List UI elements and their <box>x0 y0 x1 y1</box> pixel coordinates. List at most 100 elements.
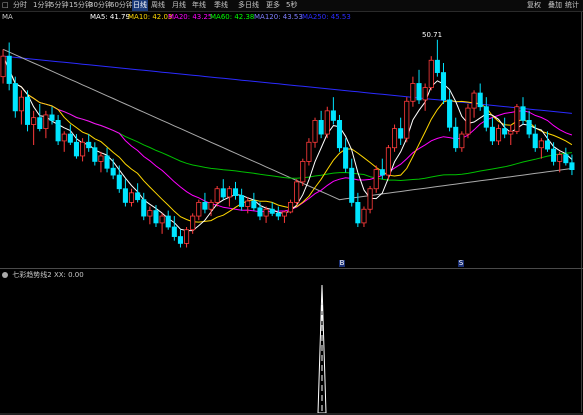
candle-body <box>269 208 275 214</box>
buy-marker[interactable]: B <box>339 260 345 267</box>
candle-body <box>220 188 226 198</box>
toolbar-right-1[interactable]: 叠加 <box>548 0 562 11</box>
period-tab-0[interactable]: 分时 <box>13 0 27 11</box>
candle-body <box>275 212 281 217</box>
candle-body <box>92 147 98 162</box>
candle-body <box>508 130 514 135</box>
candle-body <box>544 140 551 150</box>
candle-body <box>379 169 385 176</box>
candle-body <box>569 162 575 170</box>
candle-body <box>551 148 557 162</box>
candle-body <box>147 210 153 217</box>
sell-marker[interactable]: S <box>458 260 464 267</box>
candle-body <box>135 192 141 201</box>
candle-body <box>171 226 177 237</box>
candle-body <box>226 188 232 198</box>
candle-body <box>398 128 404 139</box>
indicator-title: 七彩趋势线2 XX: 0.00 <box>2 271 84 280</box>
candle-body <box>141 199 147 217</box>
candle-body <box>190 215 196 231</box>
period-tab-9[interactable]: 年线 <box>192 0 206 11</box>
candle-body <box>520 106 526 121</box>
period-tab-7[interactable]: 周线 <box>151 0 165 11</box>
candle-body <box>318 120 324 135</box>
candle-body <box>12 83 18 112</box>
period-tab-10[interactable]: 季线 <box>214 0 228 11</box>
candle-body <box>330 110 336 121</box>
candle-body <box>110 167 116 176</box>
period-tab-5s[interactable]: 5秒 <box>286 0 297 11</box>
candle-body <box>557 154 563 162</box>
candle-body <box>422 87 428 101</box>
toolbar-right-2[interactable]: 统计 <box>565 0 579 11</box>
period-tab-4[interactable]: 30分钟 <box>89 0 112 11</box>
candle-body <box>37 117 43 129</box>
candle-body <box>300 160 306 183</box>
candle-body <box>367 188 373 210</box>
period-tab-6[interactable]: 日线 <box>132 0 148 11</box>
candle-body <box>184 229 190 244</box>
candle-body <box>153 210 159 224</box>
period-tab-8[interactable]: 月线 <box>172 0 186 11</box>
candle-body <box>202 201 208 210</box>
period-tab-5[interactable]: 60分钟 <box>110 0 133 11</box>
candle-body <box>465 107 471 135</box>
candle-body <box>294 181 300 203</box>
candle-body <box>514 106 520 132</box>
period-tab-2[interactable]: 5分钟 <box>50 0 68 11</box>
period-tab-11[interactable]: 多日线 <box>238 0 259 11</box>
indicator-name: 七彩趋势线2 <box>12 271 52 279</box>
candle-body <box>434 59 440 73</box>
period-tab-12[interactable]: 更多 <box>266 0 280 11</box>
candle-body <box>410 83 416 102</box>
candle-body <box>483 106 489 128</box>
candle-body <box>196 201 202 217</box>
candle-body <box>116 174 122 190</box>
ma-legend-item-5: MA250: 45.53 <box>302 13 351 21</box>
candle-body <box>459 133 465 149</box>
candle-body <box>306 141 312 162</box>
candle-body <box>98 155 104 162</box>
candle-body <box>288 201 294 213</box>
candle-body <box>239 195 245 207</box>
candle-body <box>73 141 80 157</box>
candle-body <box>232 188 239 196</box>
candle-body <box>263 208 269 217</box>
candle-body <box>532 133 538 149</box>
candle-body <box>159 215 165 224</box>
candle-body <box>349 167 355 203</box>
candle-body <box>355 201 361 224</box>
candle-body <box>428 59 434 89</box>
candle-body <box>86 141 92 149</box>
ma-legend-item-3: MA60: 42.38 <box>210 13 255 21</box>
indicator-settings-icon[interactable] <box>2 272 8 278</box>
candle-body <box>563 154 569 164</box>
candle-body <box>404 100 410 139</box>
candle-body <box>489 126 495 142</box>
candle-body <box>343 147 349 169</box>
candle-body <box>67 133 73 143</box>
ma-legend-item-0: MA5: 41.79 <box>90 13 130 21</box>
price-chart[interactable] <box>0 22 581 268</box>
candle-body <box>281 211 287 217</box>
candle-body <box>336 120 343 149</box>
candle-body <box>392 128 398 149</box>
candle-body <box>477 92 483 108</box>
candle-body <box>385 147 391 176</box>
candle-body <box>61 133 67 142</box>
ma-legend-item-2: MA20: 43.25 <box>168 13 213 21</box>
candle-body <box>538 140 544 149</box>
panel-separator <box>0 268 583 269</box>
candle-body <box>24 96 31 125</box>
square-icon[interactable]: □ <box>2 0 9 11</box>
candle-body <box>0 55 6 78</box>
candle-body <box>177 236 183 244</box>
candle-body <box>43 114 49 130</box>
candle-body <box>128 192 135 203</box>
candle-body <box>122 188 128 203</box>
period-tab-1[interactable]: 1分钟 <box>33 0 51 11</box>
candle-body <box>214 188 220 203</box>
toolbar-right-0[interactable]: 复权 <box>527 0 541 11</box>
indicator-chart[interactable] <box>0 281 581 413</box>
candle-body <box>495 128 502 142</box>
